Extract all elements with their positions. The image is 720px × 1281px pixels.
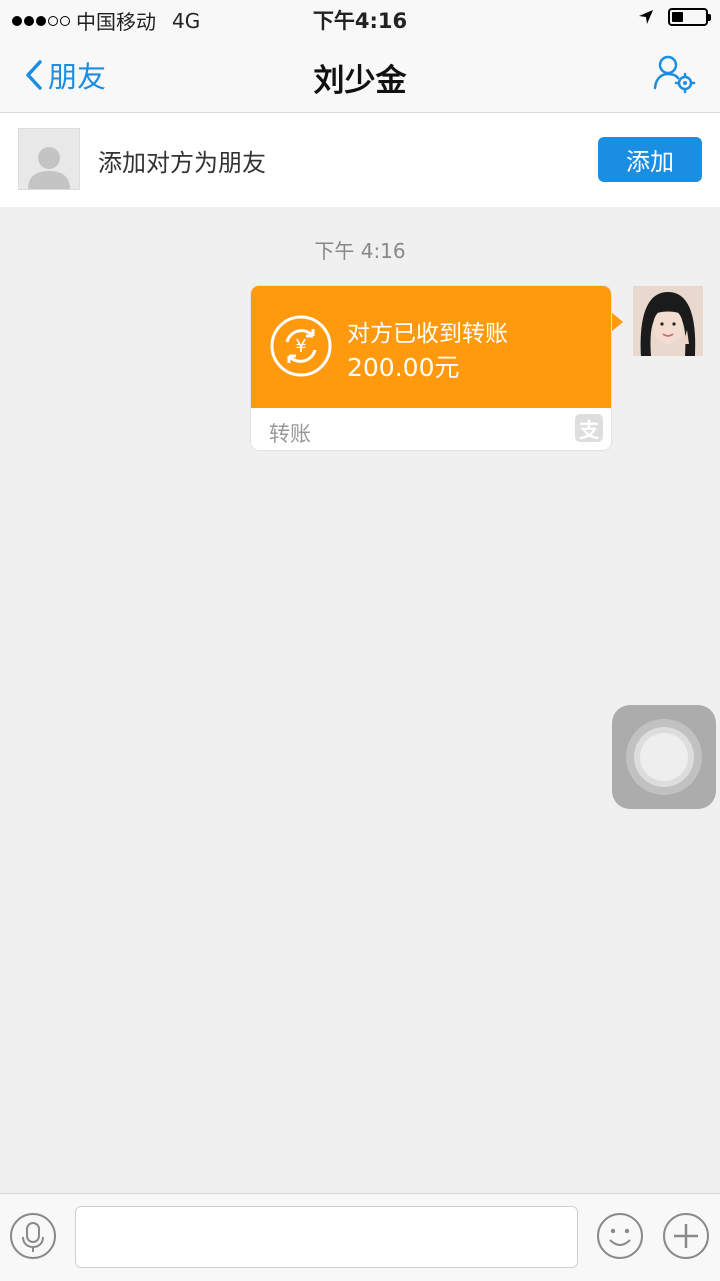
status-time: 下午4:16 <box>312 9 408 33</box>
add-friend-prompt: 添加对方为朋友 <box>98 149 266 177</box>
user-settings-button[interactable] <box>652 54 696 98</box>
alipay-icon: 支 <box>575 414 603 442</box>
transfer-yuan-icon: ¥ <box>270 315 332 377</box>
transfer-label: 转账 <box>269 422 311 446</box>
battery-icon <box>668 8 711 26</box>
transfer-card-header: ¥ 对方已收到转账 200.00元 <box>251 286 611 408</box>
nav-bar: 朋友 刘少金 <box>0 36 720 113</box>
message-input[interactable] <box>75 1206 578 1268</box>
user-avatar[interactable] <box>633 286 703 356</box>
transfer-status-text: 对方已收到转账 <box>347 321 508 347</box>
person-placeholder-icon <box>28 147 70 189</box>
assistive-touch-button[interactable] <box>612 705 716 809</box>
add-friend-button[interactable]: 添加 <box>598 137 702 182</box>
svg-text:¥: ¥ <box>295 336 306 357</box>
default-avatar <box>18 128 80 190</box>
page-title: 刘少金 <box>313 63 407 99</box>
smiley-icon[interactable] <box>596 1212 644 1260</box>
status-bar: 中国移动 4G 下午4:16 <box>0 0 720 36</box>
transfer-message-bubble[interactable]: ¥ 对方已收到转账 200.00元 转账 支 <box>251 286 611 450</box>
plus-icon[interactable] <box>662 1212 710 1260</box>
avatar-photo <box>633 286 703 356</box>
status-right <box>638 8 711 26</box>
add-friend-banner: 添加对方为朋友 添加 <box>0 113 720 207</box>
user-settings-icon <box>653 55 696 94</box>
message-timestamp: 下午 4:16 <box>314 239 406 263</box>
microphone-icon[interactable] <box>9 1212 57 1260</box>
location-arrow-icon <box>639 10 653 24</box>
input-bar <box>0 1193 720 1281</box>
transfer-amount: 200.00元 <box>347 353 460 382</box>
bubble-tail <box>611 312 623 332</box>
